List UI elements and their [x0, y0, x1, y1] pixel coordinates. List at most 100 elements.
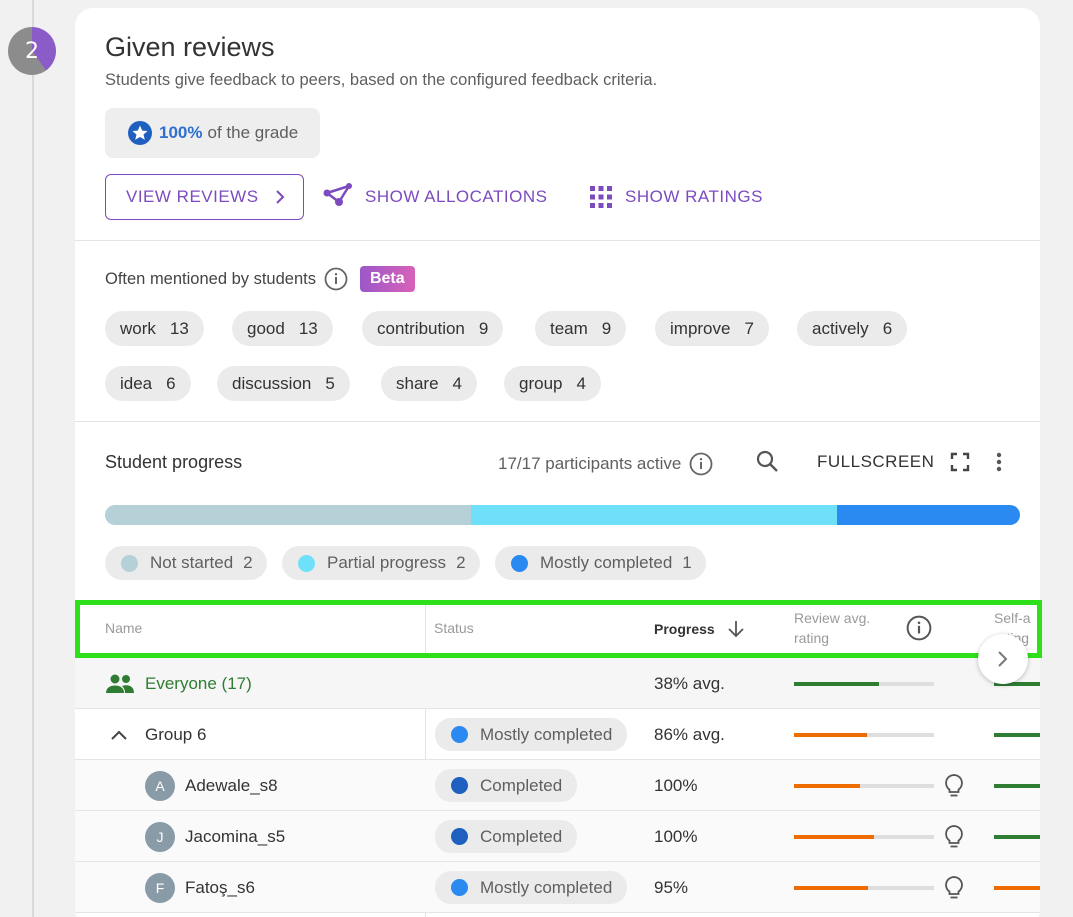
legend-partial-progress[interactable]: Partial progress 2 [282, 546, 480, 580]
table-header-highlight [75, 600, 1042, 658]
progress-cell: 100% [654, 775, 698, 795]
tag-count: 13 [169, 318, 189, 338]
show-allocations-label: SHOW ALLOCATIONS [365, 187, 548, 206]
student-progress-title: Student progress [105, 452, 243, 472]
mostly-completed-segment [837, 505, 1020, 525]
not-started-segment [105, 505, 471, 525]
legend-label: Mostly completed [540, 553, 673, 572]
self-assessment-bar [994, 784, 1040, 788]
tag-count: 9 [478, 318, 489, 338]
tag-word: group [519, 373, 563, 393]
status-dot [121, 554, 138, 572]
lightbulb-icon[interactable] [943, 773, 965, 799]
mention-tag[interactable]: work 13 [105, 311, 204, 346]
status-dot [451, 828, 468, 845]
step-indicator: 2 [8, 27, 56, 75]
show-ratings-label: SHOW RATINGS [625, 187, 763, 206]
review-rating-fill [794, 784, 860, 788]
progress-distribution-bar [105, 505, 1020, 525]
mention-tag[interactable]: discussion 5 [217, 366, 350, 401]
review-rating-bar [794, 784, 934, 788]
self-assessment-bar [994, 733, 1040, 737]
divider [75, 421, 1040, 422]
view-reviews-button[interactable]: VIEW REVIEWS [105, 174, 304, 220]
table-row-everyone[interactable]: Everyone (17) 38% avg. [75, 658, 1040, 709]
mention-tag[interactable]: share 4 [381, 366, 477, 401]
tag-word: contribution [377, 318, 465, 338]
more-vert-icon[interactable] [987, 450, 1011, 474]
step-number: 2 [25, 38, 39, 64]
chevron-up-icon[interactable] [109, 728, 129, 742]
mention-tag[interactable]: idea 6 [105, 366, 191, 401]
table-row[interactable]: A Adewale_s8 Completed 100% [75, 760, 1040, 811]
fullscreen-icon [951, 452, 970, 472]
scroll-right-button[interactable] [978, 634, 1028, 684]
mention-tag[interactable]: actively 6 [797, 311, 908, 346]
student-name[interactable]: Adewale_s8 [185, 776, 278, 796]
status-chip: Completed [435, 769, 578, 802]
legend-label: Not started [150, 553, 234, 572]
student-name[interactable]: Jacomina_s5 [185, 827, 285, 847]
student-name-cell: J Jacomina_s5 [145, 811, 285, 862]
mention-tag[interactable]: group 4 [504, 366, 601, 401]
tag-count: 4 [576, 373, 586, 393]
mention-tag[interactable]: contribution 9 [362, 311, 504, 346]
review-rating-fill [794, 886, 869, 890]
info-icon[interactable] [689, 452, 713, 476]
review-rating-bar [794, 682, 934, 686]
grade-suffix: of the grade [207, 123, 299, 142]
review-rating-fill [794, 682, 880, 686]
review-rating-fill [794, 733, 867, 737]
fullscreen-button[interactable]: FULLSCREEN [817, 452, 970, 472]
review-rating-bar [794, 835, 934, 839]
grid-icon [590, 186, 612, 208]
allocations-icon [323, 183, 352, 206]
tag-word: improve [670, 318, 731, 338]
everyone-name-cell: Everyone (17) [105, 658, 252, 709]
tag-word: team [550, 318, 588, 338]
self-assessment-bar [994, 835, 1040, 839]
progress-cell: 95% [654, 877, 689, 897]
student-name-cell: A Adewale_s8 [145, 760, 278, 811]
table-row-group[interactable]: Group 6 Mostly completed 86% avg. [75, 709, 1040, 760]
status-label: Mostly completed [480, 724, 613, 744]
timeline-line [32, 0, 34, 917]
page-title: Given reviews [105, 32, 275, 62]
student-name[interactable]: Fatoş_s6 [185, 878, 255, 898]
progress-cell: 86% avg. [654, 724, 725, 744]
mention-tag[interactable]: improve 7 [655, 311, 769, 346]
status-label: Mostly completed [480, 877, 613, 897]
page-subtitle: Students give feedback to peers, based o… [105, 71, 658, 89]
lightbulb-icon[interactable] [943, 824, 965, 850]
fullscreen-label: FULLSCREEN [817, 452, 935, 471]
review-rating-bar [794, 886, 934, 890]
legend-not-started[interactable]: Not started 2 [105, 546, 267, 580]
mention-tag[interactable]: good 13 [232, 311, 333, 346]
show-ratings-button[interactable]: SHOW RATINGS [589, 174, 763, 220]
status-dot [451, 726, 468, 743]
star-icon [128, 121, 152, 145]
avatar: J [145, 821, 175, 852]
status-dot [511, 554, 528, 572]
avatar: A [145, 770, 175, 801]
mention-tag[interactable]: team 9 [535, 311, 627, 346]
lightbulb-icon[interactable] [943, 875, 965, 901]
tag-count: 6 [882, 318, 893, 338]
tag-word: actively [812, 318, 869, 338]
tag-count: 9 [601, 318, 612, 338]
progress-cell: 100% [654, 826, 698, 846]
search-icon[interactable] [755, 449, 779, 473]
table-row[interactable]: F Fatoş_s6 Mostly completed 95% [75, 862, 1040, 913]
everyone-label: Everyone (17) [145, 673, 252, 693]
progress-cell: 38% avg. [654, 673, 725, 693]
view-reviews-label: VIEW REVIEWS [126, 187, 259, 206]
tag-count: 7 [744, 318, 754, 338]
partial-progress-segment [471, 505, 837, 525]
legend-mostly-completed[interactable]: Mostly completed 1 [495, 546, 706, 580]
group-name-cell: Group 6 [109, 709, 206, 760]
tag-word: good [247, 318, 285, 338]
show-allocations-button[interactable]: SHOW ALLOCATIONS [323, 174, 547, 220]
avatar: F [145, 872, 175, 903]
info-icon[interactable] [324, 267, 348, 291]
table-row[interactable]: J Jacomina_s5 Completed 100% [75, 811, 1040, 862]
